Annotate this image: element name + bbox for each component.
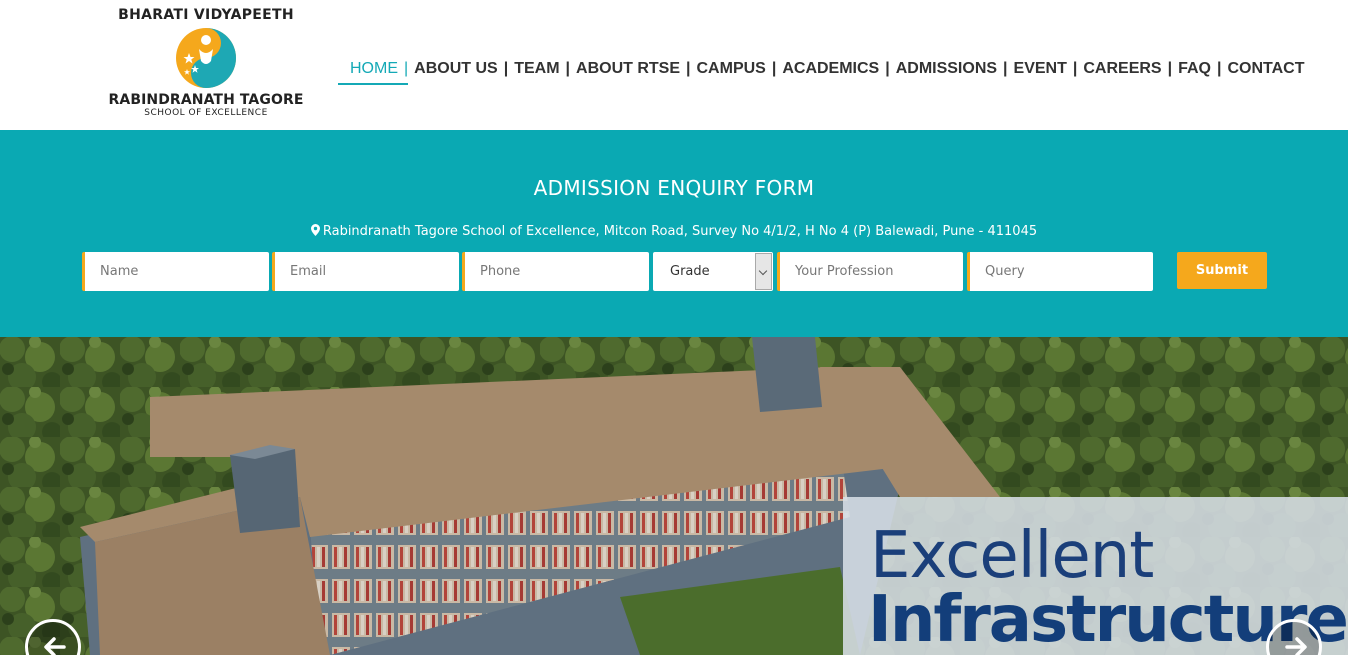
nav-label: ABOUT RTSE	[576, 60, 681, 77]
arrow-left-icon	[44, 637, 66, 655]
nav-about-rtse[interactable]: ABOUT RTSE |	[570, 59, 690, 79]
submit-button[interactable]: Submit	[1177, 252, 1267, 289]
nav-label: ADMISSIONS	[895, 60, 998, 77]
nav-campus[interactable]: CAMPUS |	[691, 59, 777, 79]
main-nav: HOME | ABOUT US | TEAM | ABOUT RTSE | CAMPUS…	[338, 56, 1310, 85]
chevron-down-icon[interactable]	[755, 253, 772, 290]
logo-main-text: RABINDRANATH TAGORE	[108, 92, 304, 108]
nav-admissions[interactable]: ADMISSIONS |	[890, 59, 1008, 79]
caption-line1: Excellent	[870, 519, 1154, 593]
query-input[interactable]	[967, 252, 1153, 291]
nav-contact[interactable]: CONTACT	[1221, 59, 1310, 79]
grade-select[interactable]: Grade	[653, 252, 773, 291]
nav-event[interactable]: EVENT |	[1008, 59, 1078, 79]
logo-top-text: BHARATI VIDYAPEETH	[118, 7, 294, 23]
logo-sub-text: SCHOOL OF EXCELLENCE	[144, 108, 268, 118]
school-emblem-icon	[176, 28, 236, 88]
email-input[interactable]	[272, 252, 459, 291]
nav-label: CAREERS	[1083, 60, 1162, 77]
enquiry-address: Rabindranath Tagore School of Excellence…	[0, 223, 1348, 239]
arrow-right-icon	[1285, 637, 1307, 655]
nav-label: FAQ	[1178, 60, 1211, 77]
hero-slider: Excellent Infrastructure	[0, 337, 1348, 655]
nav-careers[interactable]: CAREERS |	[1077, 59, 1172, 79]
enquiry-title: ADMISSION ENQUIRY FORM	[533, 176, 815, 200]
nav-label: ACADEMICS	[782, 60, 880, 77]
phone-input[interactable]	[462, 252, 649, 291]
school-logo[interactable]: BHARATI VIDYAPEETH RABINDRANATH TAGORE S…	[108, 4, 304, 126]
nav-faq[interactable]: FAQ |	[1172, 59, 1221, 79]
grade-select-value: Grade	[670, 264, 710, 279]
name-input[interactable]	[82, 252, 269, 291]
nav-label: EVENT	[1013, 60, 1067, 77]
nav-label: TEAM	[514, 60, 560, 77]
site-header: BHARATI VIDYAPEETH RABINDRANATH TAGORE S…	[0, 0, 1348, 130]
nav-academics[interactable]: ACADEMICS |	[776, 59, 889, 79]
nav-label: HOME	[350, 60, 398, 77]
admission-enquiry-section: ADMISSION ENQUIRY FORM Rabindranath Tago…	[0, 130, 1348, 337]
address-text: Rabindranath Tagore School of Excellence…	[322, 224, 1038, 239]
nav-label: CONTACT	[1227, 60, 1305, 77]
nav-about-us[interactable]: ABOUT US |	[408, 59, 508, 79]
map-marker-icon	[310, 224, 320, 236]
profession-input[interactable]	[777, 252, 963, 291]
nav-team[interactable]: TEAM |	[508, 59, 570, 79]
nav-label: ABOUT US	[414, 60, 498, 77]
nav-home[interactable]: HOME |	[338, 59, 409, 85]
nav-label: CAMPUS	[696, 60, 766, 77]
